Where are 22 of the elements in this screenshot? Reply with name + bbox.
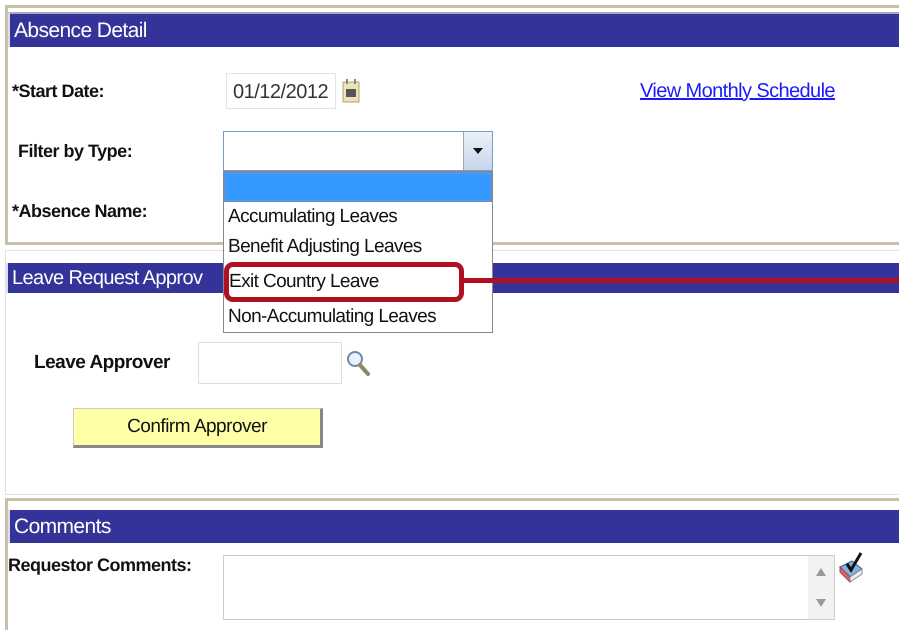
dropdown-arrow-icon — [473, 148, 483, 154]
section-header: Absence Detail — [8, 12, 899, 47]
search-icon[interactable] — [346, 350, 370, 376]
dropdown-option[interactable]: Benefit Adjusting Leaves — [224, 232, 492, 262]
scrollbar[interactable] — [808, 556, 834, 619]
book-check-icon[interactable] — [837, 551, 865, 585]
dropdown-option[interactable]: Accumulating Leaves — [224, 202, 492, 232]
approver-field[interactable] — [198, 342, 342, 384]
date-field[interactable]: 01/12/2012 — [226, 73, 336, 109]
field-label: Filter by Type: — [17, 140, 134, 162]
view-schedule-link[interactable]: View Monthly Schedule — [640, 80, 835, 102]
section-header: Comments — [8, 510, 899, 543]
field-label: Requestor Comments: — [8, 555, 193, 576]
calendar-icon[interactable] — [342, 79, 360, 103]
field-label: *Start Date: — [11, 80, 106, 102]
dropdown-option[interactable]: Exit Country Leave — [224, 262, 464, 302]
scroll-down-icon[interactable] — [816, 599, 826, 608]
scroll-up-icon[interactable] — [816, 568, 826, 576]
field-label: Leave Approver — [33, 352, 172, 374]
confirm-approver-button[interactable]: Confirm Approver — [73, 408, 323, 448]
dropdown-option[interactable]: Non-Accumulating Leaves — [224, 302, 492, 332]
field-label: *Absence Name: — [11, 200, 148, 222]
